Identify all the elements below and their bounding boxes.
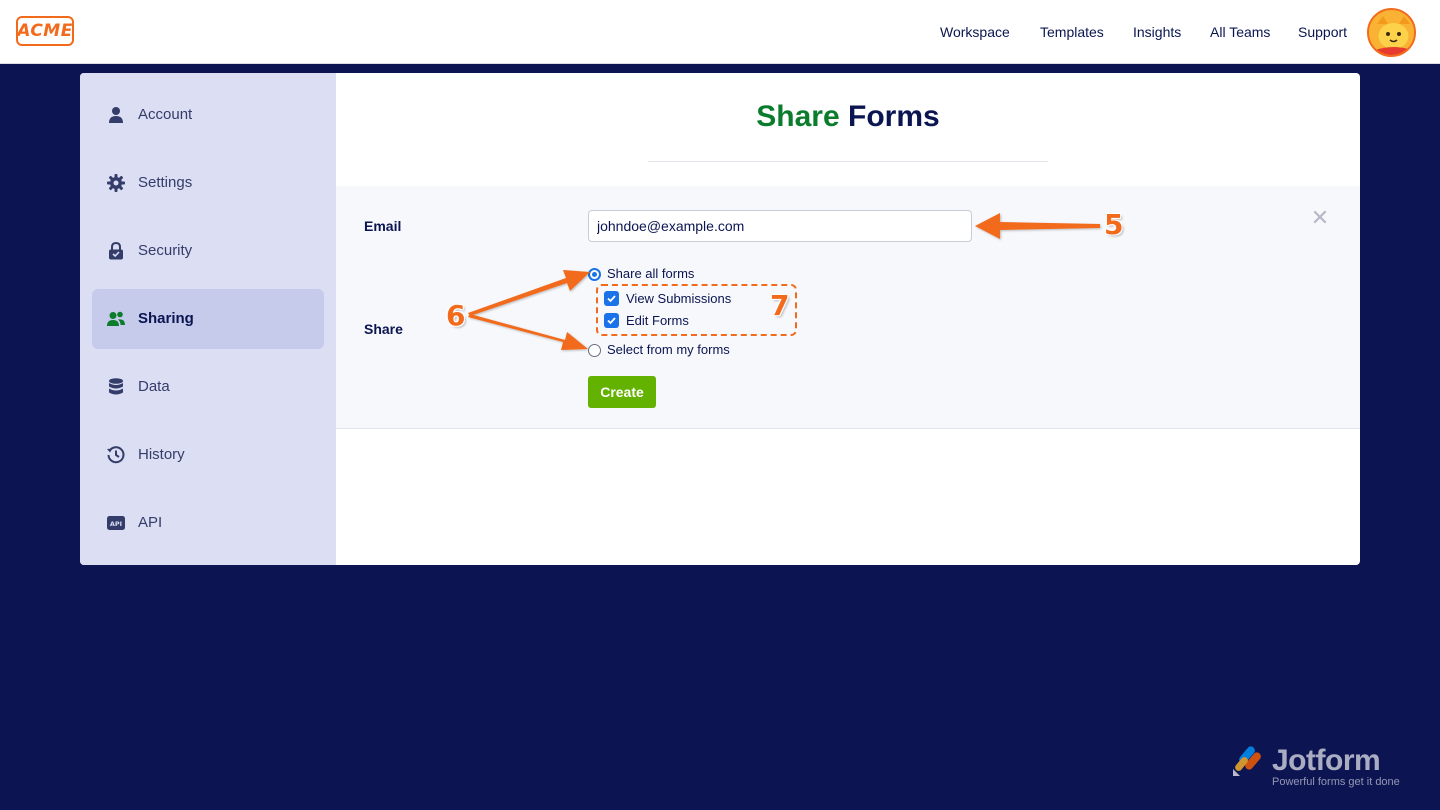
acme-logo[interactable]: ACME bbox=[16, 16, 74, 46]
sidebar-item-sharing[interactable]: Sharing bbox=[92, 289, 324, 349]
avatar-mascot-icon bbox=[1369, 10, 1414, 55]
user-avatar[interactable] bbox=[1367, 8, 1416, 57]
gear-icon bbox=[107, 174, 125, 192]
users-icon bbox=[107, 311, 125, 326]
sidebar-item-account[interactable]: Account bbox=[92, 85, 324, 145]
logo-text: ACME bbox=[17, 21, 73, 41]
history-icon bbox=[107, 446, 125, 464]
brand-tagline: Powerful forms get it done bbox=[1272, 776, 1400, 788]
share-label: Share bbox=[364, 321, 403, 337]
sidebar-item-label: API bbox=[138, 514, 163, 531]
page-title: Share Forms bbox=[336, 99, 1360, 135]
nav-templates[interactable]: Templates bbox=[1040, 22, 1104, 42]
share-form: Email ✕ Share Share all forms View Submi… bbox=[336, 186, 1360, 429]
share-all-radio[interactable] bbox=[588, 268, 601, 281]
sidebar-item-security[interactable]: Security bbox=[92, 221, 324, 281]
select-forms-radio[interactable] bbox=[588, 344, 601, 357]
nav-all-teams[interactable]: All Teams bbox=[1210, 22, 1270, 42]
lock-icon bbox=[109, 241, 123, 260]
share-all-label: Share all forms bbox=[607, 266, 695, 281]
sidebar-item-label: Settings bbox=[138, 174, 193, 191]
create-button[interactable]: Create bbox=[588, 376, 656, 408]
user-icon bbox=[109, 107, 123, 123]
sidebar-item-history[interactable]: History bbox=[92, 425, 324, 485]
database-icon bbox=[109, 378, 123, 395]
brand-name: Jotform bbox=[1272, 744, 1381, 777]
sidebar-item-data[interactable]: Data bbox=[92, 357, 324, 417]
sidebar-item-label: Sharing bbox=[138, 310, 194, 327]
annotation-highlight-box bbox=[596, 284, 797, 336]
email-field[interactable] bbox=[588, 210, 972, 242]
jotform-logo-icon bbox=[1233, 746, 1261, 776]
email-label: Email bbox=[364, 218, 402, 234]
svg-text:API: API bbox=[110, 520, 122, 528]
sidebar: Account Settings Security Sharing Data H… bbox=[80, 73, 336, 565]
sidebar-item-api[interactable]: API API bbox=[92, 493, 324, 553]
title-accent: Share bbox=[756, 100, 840, 133]
sidebar-item-label: Data bbox=[138, 378, 170, 395]
nav-support[interactable]: Support bbox=[1298, 22, 1347, 42]
jotform-watermark: Jotform Powerful forms get it done bbox=[1232, 744, 1412, 790]
title-divider bbox=[648, 161, 1048, 162]
annotation-step-7: 7 bbox=[770, 289, 790, 322]
sidebar-item-label: Security bbox=[138, 242, 193, 259]
annotation-step-5: 5 bbox=[1104, 208, 1124, 241]
nav-workspace[interactable]: Workspace bbox=[940, 22, 1010, 42]
nav-insights[interactable]: Insights bbox=[1133, 22, 1181, 42]
api-icon: API bbox=[107, 516, 125, 530]
select-forms-label: Select from my forms bbox=[607, 342, 730, 357]
main-content: Share Forms Email ✕ Share Share all form… bbox=[336, 73, 1360, 565]
sidebar-item-settings[interactable]: Settings bbox=[92, 153, 324, 213]
sidebar-item-label: History bbox=[138, 446, 185, 463]
annotation-step-6: 6 bbox=[446, 299, 466, 332]
title-rest: Forms bbox=[848, 100, 940, 133]
close-icon[interactable]: ✕ bbox=[1310, 207, 1330, 229]
sidebar-item-label: Account bbox=[138, 106, 193, 123]
top-bar: ACME Workspace Templates Insights All Te… bbox=[0, 0, 1440, 64]
